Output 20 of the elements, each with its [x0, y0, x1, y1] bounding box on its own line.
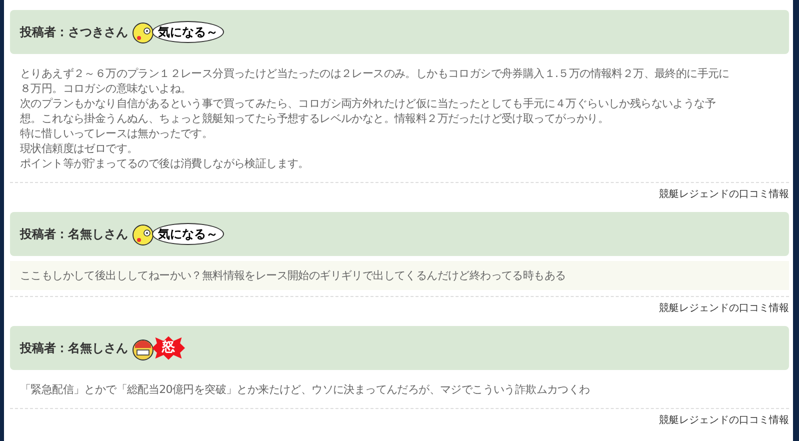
author-label: 投稿者：さつきさん: [20, 24, 128, 41]
post-text-line: 特に惜しいってレースは無かったです。: [20, 126, 214, 141]
post-text-line: ポイント等が貯まってるので後は消費しながら検証します。: [20, 156, 310, 171]
face-icon: [132, 20, 154, 44]
post-text-line: ８万円。コロガシの意味ないよね。: [20, 81, 192, 96]
source-link[interactable]: 競艇レジェンドの口コミ情報: [659, 187, 789, 202]
post-text-line: ここもしかして後出ししてねーかい？無料情報をレース開始のギリギリで出してくるんだけど終わってる時もある: [20, 268, 567, 283]
source-link[interactable]: 競艇レジェンドの口コミ情報: [659, 413, 789, 428]
post-text-line: 次のプランもかなり自信があるという事で買ってみたら、コロガシ両方外れたけど仮に当たったとしても手元に４万ぐらいしか残らないような予: [20, 96, 717, 111]
author-label: 投稿者：名無しさん: [20, 340, 128, 357]
source-link[interactable]: 競艇レジェンドの口コミ情報: [659, 301, 789, 316]
post-text-line: 現状信頼度はゼロです。: [20, 141, 139, 156]
face-icon: [132, 222, 154, 246]
post-text-line: 想。これなら掛金うんぬん、ちょっと競艇知ってたら予想するレベルかなと。情報料２万だったけど受け取ってがっかり。: [20, 111, 610, 126]
post-text-line: 「緊急配信」とかで「総配当20億円を突破」とか来たけど、ウソに決まってんだろが、マジでこういう詐欺ムカつくわ: [20, 382, 591, 397]
stamp-speech-bubble: 気になる～: [152, 223, 224, 245]
stamp-speech-bubble: 気になる～: [152, 21, 224, 43]
anger-burst: 怒: [152, 336, 185, 360]
post-text-line: とりあえず２～６万のプラン１２レース分買ったけど当たったのは２レースのみ。しかもコロガシで舟券購入１.５万の情報料２万、最終的に手元に: [20, 66, 730, 81]
author-label: 投稿者：名無しさん: [20, 226, 128, 243]
